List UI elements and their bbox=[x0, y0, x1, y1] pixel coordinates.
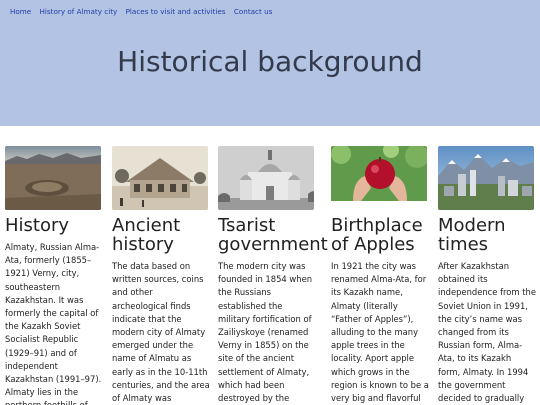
nav-link-home[interactable]: Home bbox=[10, 7, 31, 16]
page-title: Historical background bbox=[117, 45, 423, 78]
card-title: Ancient history bbox=[112, 215, 181, 255]
hero-banner: Home History of Almaty city Places to vi… bbox=[0, 0, 540, 126]
nav-link-places[interactable]: Places to visit and activities bbox=[126, 7, 226, 16]
old-building-image bbox=[112, 146, 208, 210]
city-skyline-image bbox=[438, 146, 534, 210]
nav-link-contact[interactable]: Contact us bbox=[234, 7, 273, 16]
card-text: After Kazakhstan obtained its independen… bbox=[438, 261, 536, 404]
card-title: Tsarist government bbox=[218, 215, 328, 255]
top-navigation: Home History of Almaty city Places to vi… bbox=[10, 7, 278, 16]
card-history: History Almaty, Russian Alma-Ata, former… bbox=[5, 146, 103, 405]
card-text: Almaty, Russian Alma-Ata, formerly (1855… bbox=[5, 242, 102, 405]
card-birthplace-of-apples: Birthplace of Apples In 1921 the city wa… bbox=[331, 146, 429, 405]
card-tsarist-government: Tsarist government The modern city was f… bbox=[218, 146, 328, 405]
card-title: Birthplace of Apples bbox=[331, 215, 423, 255]
cathedral-image bbox=[218, 146, 314, 210]
steppe-crater-image bbox=[5, 146, 101, 210]
card-text: In 1921 the city was renamed Alma-Ata, f… bbox=[331, 261, 429, 404]
history-cards: History Almaty, Russian Alma-Ata, former… bbox=[0, 146, 540, 405]
card-modern-times: Modern times After Kazakhstan obtained i… bbox=[438, 146, 536, 405]
apple-image bbox=[331, 146, 427, 210]
nav-link-history[interactable]: History of Almaty city bbox=[40, 7, 118, 16]
card-text: The data based on written sources, coins… bbox=[112, 261, 210, 404]
card-title: Modern times bbox=[438, 215, 506, 255]
card-ancient-history: Ancient history The data based on writte… bbox=[112, 146, 210, 405]
card-title: History bbox=[5, 215, 70, 236]
card-text: The modern city was founded in 1854 when… bbox=[218, 261, 313, 404]
